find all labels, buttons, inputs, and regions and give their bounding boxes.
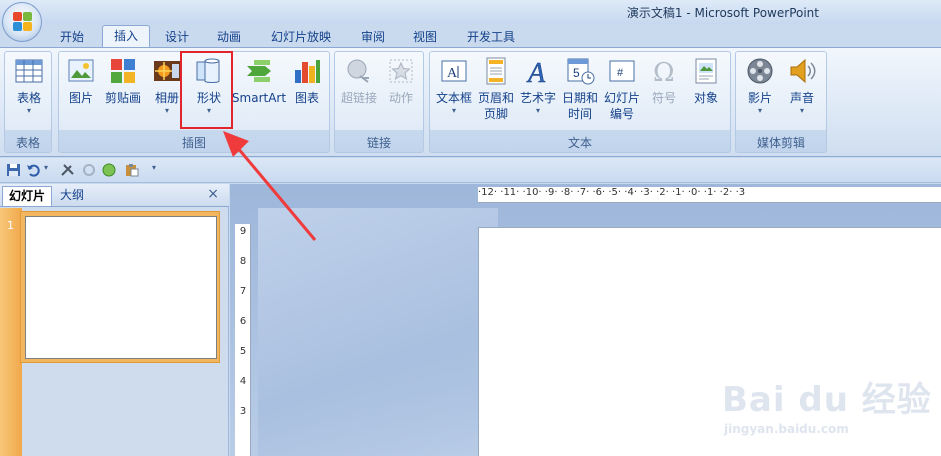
tab-home[interactable]: 开始 [46, 27, 98, 48]
chevron-down-icon[interactable]: ▾ [152, 163, 160, 177]
slides-pane: 幻灯片 大纲 × 1 [0, 184, 229, 456]
watermark-url: jingyan.baidu.com [724, 422, 849, 436]
tab-design[interactable]: 设计 [154, 27, 200, 48]
save-icon[interactable] [6, 163, 21, 177]
symbol-button[interactable]: Ω 符号 [642, 56, 686, 106]
header-footer-icon [481, 56, 511, 86]
clipart-button[interactable]: 剪贴画 [101, 56, 145, 106]
horizontal-ruler-marks: ·12· ·11· ·10· ·9· ·8· ·7· ·6· ·5· ·4· ·… [478, 187, 746, 198]
thumbnail-selection-strip [0, 208, 22, 456]
omega-icon: Ω [649, 56, 679, 88]
object-icon [691, 56, 721, 86]
vertical-ruler-mark: 8 [239, 256, 247, 267]
tab-developer[interactable]: 开发工具 [456, 27, 526, 48]
object-button[interactable]: 对象 [684, 56, 728, 106]
baidu-watermark: Bai du 经验 jingyan.baidu.com [722, 372, 941, 456]
group-label-links: 链接 [366, 136, 391, 150]
tab-review[interactable]: 审阅 [350, 27, 396, 48]
svg-text:#: # [617, 67, 624, 79]
slide-number-icon: # [607, 56, 637, 86]
group-label-table: 表格 [15, 136, 40, 150]
redo-icon[interactable] [82, 163, 97, 177]
smartart-icon [244, 56, 274, 86]
chevron-down-icon: ▾ [535, 106, 540, 115]
table-button[interactable]: 表格 ▾ [7, 56, 51, 116]
tab-slideshow[interactable]: 幻灯片放映 [260, 27, 342, 48]
bar-chart-icon [292, 56, 322, 86]
tab-insert[interactable]: 插入 [102, 25, 150, 48]
office-button[interactable] [2, 2, 42, 42]
chevron-down-icon: ▾ [757, 106, 762, 115]
chevron-down-icon: ▾ [26, 106, 31, 115]
vertical-ruler: 9 8 7 6 5 4 3 [235, 224, 251, 456]
tab-outline[interactable]: 大纲 [54, 186, 90, 206]
picture-button[interactable]: 图片 [59, 56, 103, 106]
textbox-icon: A [439, 56, 469, 86]
title-bar: 演示文稿1 - Microsoft PowerPoint [0, 0, 941, 24]
vertical-ruler-mark: 5 [239, 346, 247, 357]
watermark-logo-text: Bai du 经验 [722, 380, 932, 420]
header-footer-button[interactable]: 页眉和 页脚 [474, 56, 518, 122]
movie-button[interactable]: 影片 ▾ [738, 56, 782, 116]
slide-number-button[interactable]: # 幻灯片 编号 [600, 56, 644, 122]
group-label-text: 文本 [567, 136, 592, 150]
sound-button[interactable]: 声音 ▾ [780, 56, 824, 116]
hyperlink-button[interactable]: 超链接 [337, 56, 381, 106]
textbox-button[interactable]: A 文本框 ▾ [432, 56, 476, 116]
svg-text:A: A [447, 66, 458, 81]
vertical-ruler-mark: 6 [239, 316, 247, 327]
wordart-icon: A [523, 56, 553, 90]
tab-view[interactable]: 视图 [402, 27, 448, 48]
chevron-down-icon: ▾ [451, 106, 456, 115]
window-title: 演示文稿1 - Microsoft PowerPoint [626, 6, 819, 20]
wordart-button[interactable]: A 艺术字 ▾ [516, 56, 560, 116]
calendar-clock-icon: 5 [565, 56, 595, 86]
group-text: A 文本框 ▾ 页眉和 页脚 A 艺术字 ▾ 5 日期和 时间 # 幻灯片 编号… [429, 51, 731, 153]
smartart-button[interactable]: SmartArt [231, 56, 287, 106]
workspace-shading [258, 208, 498, 456]
paste-icon[interactable] [124, 163, 139, 177]
group-links: 超链接 动作 链接 [334, 51, 424, 153]
globe-link-icon [344, 56, 374, 86]
horizontal-ruler: ·12· ·11· ·10· ·9· ·8· ·7· ·6· ·5· ·4· ·… [478, 187, 941, 203]
svg-text:Ω: Ω [653, 58, 675, 86]
tools-icon[interactable] [60, 163, 75, 177]
red-arrow-annotation [223, 131, 317, 241]
clipart-icon [108, 56, 138, 86]
shapes-highlight-box [180, 51, 233, 129]
datetime-button[interactable]: 5 日期和 时间 [558, 56, 602, 122]
svg-text:A: A [526, 58, 546, 86]
slide-number: 1 [7, 219, 14, 232]
table-icon [14, 56, 44, 86]
quick-access-toolbar: ▾ ▾ [0, 158, 941, 183]
chevron-down-icon[interactable]: ▾ [44, 163, 52, 177]
group-media: 影片 ▾ 声音 ▾ 媒体剪辑 [735, 51, 827, 153]
film-reel-icon [745, 56, 775, 86]
office-logo-icon [13, 12, 33, 32]
svg-text:5: 5 [573, 66, 580, 80]
chevron-down-icon: ▾ [799, 106, 804, 115]
star-action-icon [386, 56, 416, 86]
speaker-icon [787, 56, 817, 86]
tab-slides[interactable]: 幻灯片 [2, 186, 53, 206]
undo-icon[interactable] [26, 163, 41, 177]
ribbon: 表格 ▾ 表格 图片 剪贴画 相册 ▾ 形状 ▾ SmartArt 图表 插图 … [0, 47, 941, 157]
photo-album-icon [152, 56, 182, 86]
tab-animation[interactable]: 动画 [206, 27, 252, 48]
vertical-ruler-mark: 3 [239, 406, 247, 417]
slide-thumbnail[interactable] [20, 211, 220, 363]
picture-icon [66, 56, 96, 86]
action-button[interactable]: 动作 [379, 56, 423, 106]
green-circle-icon[interactable] [102, 163, 117, 177]
vertical-ruler-mark: 7 [239, 286, 247, 297]
vertical-ruler-mark: 4 [239, 376, 247, 387]
slide-thumbnail-canvas [25, 216, 217, 359]
pane-tabs: 幻灯片 大纲 × [0, 184, 229, 207]
group-label-media: 媒体剪辑 [756, 136, 805, 150]
chart-button[interactable]: 图表 [285, 56, 329, 106]
group-table: 表格 ▾ 表格 [4, 51, 52, 153]
